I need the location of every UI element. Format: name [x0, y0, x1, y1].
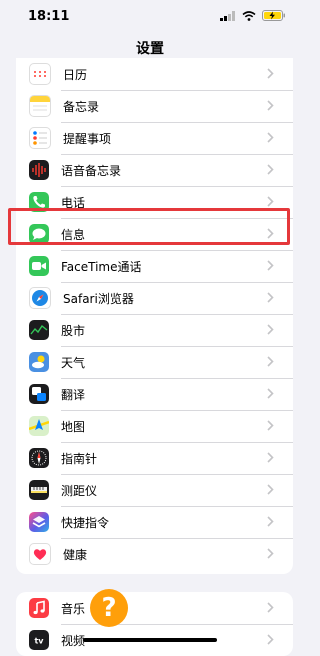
settings-row-shortcuts[interactable]: 快捷指令 — [16, 506, 293, 538]
settings-row-label: FaceTime通话 — [61, 259, 142, 274]
help-badge-icon[interactable]: ? — [90, 589, 128, 627]
settings-row-translate[interactable]: 翻译 — [16, 378, 293, 410]
chevron-right-icon — [267, 68, 274, 79]
chevron-right-icon — [267, 484, 274, 495]
page-title: 设置 — [136, 41, 164, 57]
settings-row-health[interactable]: 健康 — [16, 538, 293, 570]
maps-icon — [29, 416, 49, 436]
settings-row-label: 快捷指令 — [61, 515, 110, 530]
chevron-right-icon — [267, 602, 274, 613]
chevron-right-icon — [267, 260, 274, 271]
settings-row-measure[interactable]: 测距仪 — [16, 474, 293, 506]
chevron-right-icon — [267, 324, 274, 335]
settings-group-apps: 日历 备忘录 提醒事项 语音备忘录 电话 信息 FaceTime通话 Safar… — [16, 58, 293, 574]
voice-memos-icon — [29, 160, 49, 180]
notes-icon — [29, 95, 51, 117]
battery-charging-icon — [262, 10, 285, 21]
settings-row-weather[interactable]: 天气 — [16, 346, 293, 378]
settings-row-label: 指南针 — [61, 451, 98, 466]
settings-row-voice-memos[interactable]: 语音备忘录 — [16, 154, 293, 186]
settings-row-label: 健康 — [63, 547, 88, 562]
settings-row-facetime[interactable]: FaceTime通话 — [16, 250, 293, 282]
stocks-icon — [29, 320, 49, 340]
settings-row-label: 提醒事项 — [63, 131, 112, 146]
settings-row-label: 股市 — [61, 323, 86, 338]
settings-row-maps[interactable]: 地图 — [16, 410, 293, 442]
shortcuts-icon — [29, 512, 49, 532]
weather-icon — [29, 352, 49, 372]
chevron-right-icon — [267, 420, 274, 431]
chevron-right-icon — [267, 452, 274, 463]
settings-row-label: 测距仪 — [61, 483, 98, 498]
measure-icon — [29, 480, 49, 500]
settings-row-label: 备忘录 — [63, 99, 100, 114]
chevron-right-icon — [267, 164, 274, 175]
chevron-right-icon — [267, 132, 274, 143]
status-time: 18:11 — [28, 9, 70, 24]
translate-icon — [29, 384, 49, 404]
home-indicator[interactable] — [83, 638, 217, 642]
settings-row-label: 天气 — [61, 355, 86, 370]
compass-icon — [29, 448, 49, 468]
settings-row-compass[interactable]: 指南针 — [16, 442, 293, 474]
chevron-right-icon — [267, 196, 274, 207]
chevron-right-icon — [267, 292, 274, 303]
safari-icon — [29, 287, 51, 309]
chevron-right-icon — [267, 634, 274, 645]
settings-row-stocks[interactable]: 股市 — [16, 314, 293, 346]
settings-row-safari[interactable]: Safari浏览器 — [16, 282, 293, 314]
tv-icon: tv — [29, 630, 49, 650]
health-icon — [29, 543, 51, 565]
chevron-right-icon — [267, 356, 274, 367]
settings-row-music[interactable]: 音乐 — [16, 592, 293, 624]
calendar-icon — [29, 63, 51, 85]
chevron-right-icon — [267, 100, 274, 111]
facetime-icon — [29, 256, 49, 276]
settings-row-label: 翻译 — [61, 387, 86, 402]
reminders-icon — [29, 127, 51, 149]
status-bar: 18:11 — [0, 0, 300, 34]
cellular-signal-icon — [220, 10, 235, 21]
settings-row-label: 地图 — [61, 419, 86, 434]
settings-row-notes[interactable]: 备忘录 — [16, 90, 293, 122]
settings-row-calendar[interactable]: 日历 — [16, 58, 293, 90]
chevron-right-icon — [267, 516, 274, 527]
svg-text:tv: tv — [34, 637, 44, 646]
settings-row-label: Safari浏览器 — [63, 291, 134, 306]
chevron-right-icon — [267, 548, 274, 559]
music-icon — [29, 598, 49, 618]
highlight-box — [8, 208, 290, 245]
settings-row-label: 日历 — [63, 67, 88, 82]
wifi-icon — [242, 10, 256, 21]
settings-row-label: 语音备忘录 — [61, 163, 122, 178]
settings-row-reminders[interactable]: 提醒事项 — [16, 122, 293, 154]
chevron-right-icon — [267, 388, 274, 399]
settings-group-media: 音乐 tv 视频 — [16, 592, 293, 656]
